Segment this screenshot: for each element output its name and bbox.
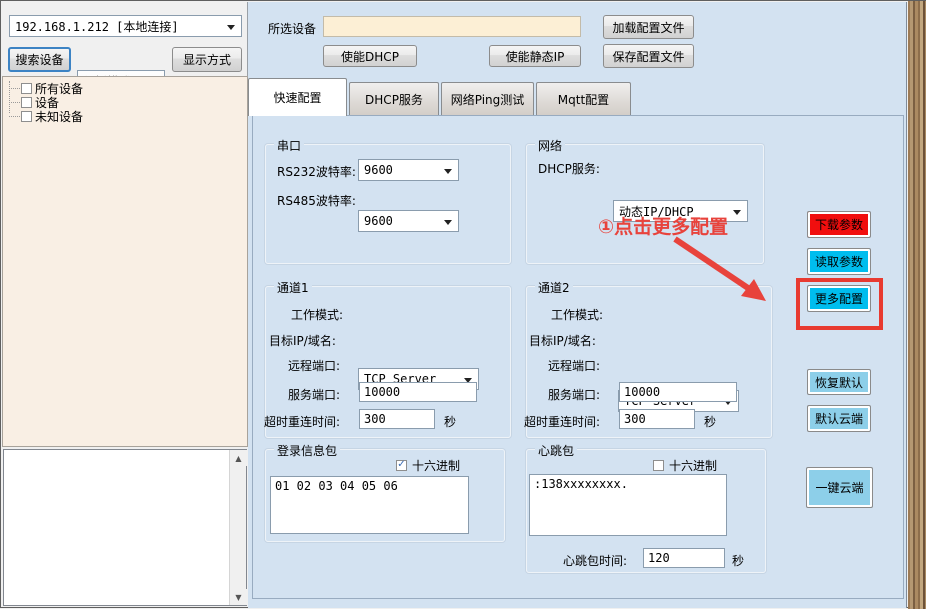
one-key-cloud-button[interactable]: 一键云端 (806, 467, 873, 508)
channel2-title: 通道2 (535, 279, 573, 296)
channel2-timeout-label: 超时重连时间: (524, 413, 600, 430)
chevron-down-icon (444, 220, 452, 225)
tab-mqtt-config[interactable]: Mqtt配置 (536, 82, 631, 116)
channel1-server-port-input[interactable] (359, 382, 477, 402)
hex-checkbox-label: 十六进制 (412, 457, 460, 474)
default-cloud-button[interactable]: 默认云端 (807, 405, 871, 432)
channel1-timeout-input[interactable] (359, 409, 435, 429)
selected-device-input[interactable] (323, 16, 581, 37)
channel2-work-mode-label: 工作模式: (551, 306, 603, 323)
channel1-title: 通道1 (274, 279, 312, 296)
heartbeat-title: 心跳包 (535, 442, 577, 459)
chevron-down-icon (733, 210, 741, 215)
channel2-timeout-input[interactable] (619, 409, 695, 429)
rs485-baud-select[interactable]: 9600 (358, 210, 459, 232)
tab-ping-test[interactable]: 网络Ping测试 (441, 82, 534, 116)
channel2-remote-port-label: 远程端口: (548, 357, 600, 374)
annotation-highlight-rect (796, 278, 883, 330)
hex-checkbox-label: 十六进制 (669, 457, 717, 474)
dhcp-service-label: DHCP服务: (538, 160, 600, 177)
heartbeat-seconds-label: 秒 (732, 552, 744, 569)
tab-quick-config[interactable]: 快速配置 (248, 78, 347, 116)
scroll-up-icon[interactable]: ▲ (230, 450, 247, 466)
rs232-baud-value: 9600 (364, 163, 393, 177)
checkbox-icon[interactable] (21, 111, 32, 122)
network-group-title: 网络 (535, 137, 565, 154)
rs485-baud-value: 9600 (364, 214, 393, 228)
hex-checkbox[interactable] (653, 460, 664, 471)
checkbox-icon[interactable] (21, 83, 32, 94)
rs232-baud-select[interactable]: 9600 (358, 159, 459, 181)
heartbeat-textarea[interactable]: :138xxxxxxxx. (529, 474, 727, 536)
annotation-arrow-icon (661, 233, 781, 313)
log-scrollbar[interactable]: ▲ ▼ (229, 450, 246, 605)
device-ip-select-value: 192.168.1.212 [本地连接] (15, 18, 179, 35)
search-device-button[interactable]: 搜索设备 (8, 47, 71, 72)
enable-dhcp-button[interactable]: 使能DHCP (323, 45, 417, 67)
hex-checkbox[interactable] (396, 460, 407, 471)
login-packet-textarea[interactable]: 01 02 03 04 05 06 (270, 476, 469, 534)
desktop-wallpaper-strip (908, 1, 926, 609)
channel1-server-port-label: 服务端口: (288, 386, 340, 403)
display-mode-button[interactable]: 显示方式 (172, 47, 242, 72)
channel1-timeout-label: 超时重连时间: (264, 413, 340, 430)
heartbeat-time-label: 心跳包时间: (563, 552, 627, 569)
tree-item-unknown-devices[interactable]: 未知设备 (7, 109, 247, 123)
channel2-server-port-label: 服务端口: (548, 386, 600, 403)
selected-device-label: 所选设备 (268, 20, 316, 37)
channel1-target-ip-label: 目标IP/域名: (269, 332, 336, 349)
heartbeat-time-input[interactable] (643, 548, 725, 568)
device-ip-select[interactable]: 192.168.1.212 [本地连接] (9, 15, 242, 37)
login-packet-title: 登录信息包 (274, 442, 340, 459)
save-config-button[interactable]: 保存配置文件 (603, 44, 694, 68)
restore-default-button[interactable]: 恢复默认 (807, 369, 871, 395)
tab-dhcp-service[interactable]: DHCP服务 (349, 82, 439, 116)
channel2-target-ip-label: 目标IP/域名: (529, 332, 596, 349)
channel2-server-port-input[interactable] (619, 382, 737, 402)
serial-group-title: 串口 (274, 137, 304, 154)
tree-item-label: 未知设备 (35, 108, 83, 125)
device-tree: 所有设备 设备 未知设备 (2, 76, 248, 447)
channel1-seconds-label: 秒 (444, 413, 456, 430)
download-params-button[interactable]: 下载参数 (807, 211, 871, 238)
left-toolbar: 192.168.1.212 [本地连接] 搜索设备 组播模式 显示方式 (2, 2, 248, 76)
chevron-down-icon (227, 25, 235, 30)
app-window: 192.168.1.212 [本地连接] 搜索设备 组播模式 显示方式 所有设备… (0, 0, 926, 608)
load-config-button[interactable]: 加载配置文件 (603, 15, 694, 39)
channel1-work-mode-label: 工作模式: (291, 306, 343, 323)
chevron-down-icon (444, 169, 452, 174)
rs232-baud-label: RS232波特率: (277, 163, 356, 180)
device-log-panel: ▲ ▼ (3, 449, 247, 606)
rs485-baud-label: RS485波特率: (277, 192, 356, 209)
channel2-seconds-label: 秒 (704, 413, 716, 430)
checkbox-icon[interactable] (21, 97, 32, 108)
enable-static-ip-button[interactable]: 使能静态IP (489, 45, 581, 67)
scroll-down-icon[interactable]: ▼ (230, 589, 247, 605)
channel1-remote-port-label: 远程端口: (288, 357, 340, 374)
read-params-button[interactable]: 读取参数 (807, 248, 871, 275)
